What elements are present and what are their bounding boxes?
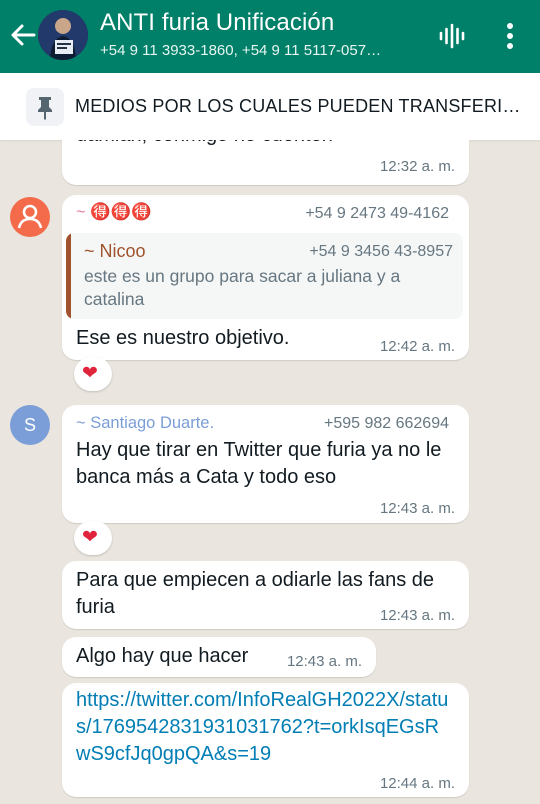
- message-time: 12:43 a. m.: [379, 607, 455, 624]
- quoted-text: este es un grupo para sacar a juliana y …: [84, 266, 401, 309]
- message-text: Hay que tirar en Twitter que furia ya no…: [76, 439, 442, 488]
- pin-icon-box: [26, 88, 64, 126]
- avatar-initial: S: [23, 415, 36, 435]
- back-arrow-icon[interactable]: [8, 20, 38, 50]
- more-options-icon[interactable]: [500, 20, 520, 52]
- message-text: Algo hay que hacer: [76, 645, 249, 667]
- quoted-sender-name: ~ Nicoo: [84, 241, 146, 261]
- sender-avatar-icon[interactable]: [10, 197, 50, 237]
- message-bubble[interactable]: Algo hay que hacer 12:43 a. m.: [62, 637, 376, 677]
- message-time: 12:44 a. m.: [379, 775, 455, 792]
- message-text: damián, conmigo no cuenten: [76, 140, 456, 149]
- sender-avatar[interactable]: S: [10, 405, 50, 445]
- reaction-badge[interactable]: ❤: [74, 357, 112, 391]
- chat-header: ANTI furia Unificación +54 9 11 3933-186…: [0, 0, 540, 73]
- heart-reaction-icon: ❤: [82, 527, 98, 548]
- sender-phone: +54 9 2473 49-4162: [305, 205, 449, 222]
- message-bubble[interactable]: https://twitter.com/InfoRealGH2022X/stat…: [62, 683, 469, 797]
- group-avatar[interactable]: [38, 10, 88, 60]
- group-participants[interactable]: +54 9 11 3933-1860, +54 9 11 5117-057…: [100, 42, 430, 59]
- quoted-message[interactable]: ~ Nicoo +54 9 3456 43-8957 este es un gr…: [66, 233, 463, 319]
- message-time: 12:32 a. m.: [379, 158, 455, 175]
- sender-phone: +595 982 662694: [323, 415, 449, 432]
- quoted-sender-phone: +54 9 3456 43-8957: [309, 243, 453, 260]
- message-bubble[interactable]: Para que empiecen a odiarle las fans de …: [62, 561, 469, 629]
- message-text: Ese es nuestro objetivo.: [76, 327, 290, 349]
- sender-name[interactable]: ~ 🉐🉐🉐: [76, 203, 152, 222]
- voice-call-icon[interactable]: [438, 23, 466, 49]
- group-photo-icon: [38, 10, 88, 60]
- reaction-badge[interactable]: ❤: [74, 521, 112, 555]
- pinned-message-text[interactable]: MEDIOS POR LOS CUALES PUEDEN TRANSFERIR…: [75, 96, 530, 117]
- message-bubble[interactable]: ~ 🉐🉐🉐 +54 9 2473 49-4162 ~ Nicoo +54 9 3…: [62, 195, 469, 360]
- group-title[interactable]: ANTI furia Unificación: [100, 9, 334, 37]
- message-time: 12:43 a. m.: [379, 500, 455, 517]
- pin-icon: [38, 97, 52, 120]
- message-time: 12:42 a. m.: [379, 338, 455, 355]
- message-bubble[interactable]: ~ Santiago Duarte. +595 982 662694 Hay q…: [62, 405, 469, 523]
- sender-name[interactable]: ~ Santiago Duarte.: [76, 414, 214, 433]
- heart-reaction-icon: ❤: [82, 363, 98, 384]
- message-bubble[interactable]: damián, conmigo no cuenten 12:32 a. m.: [62, 140, 469, 185]
- quote-accent-bar: [66, 233, 71, 319]
- message-time: 12:43 a. m.: [286, 653, 362, 670]
- message-list: damián, conmigo no cuenten 12:32 a. m. ~…: [0, 140, 540, 804]
- tweet-link[interactable]: https://twitter.com/InfoRealGH2022X/stat…: [76, 687, 451, 768]
